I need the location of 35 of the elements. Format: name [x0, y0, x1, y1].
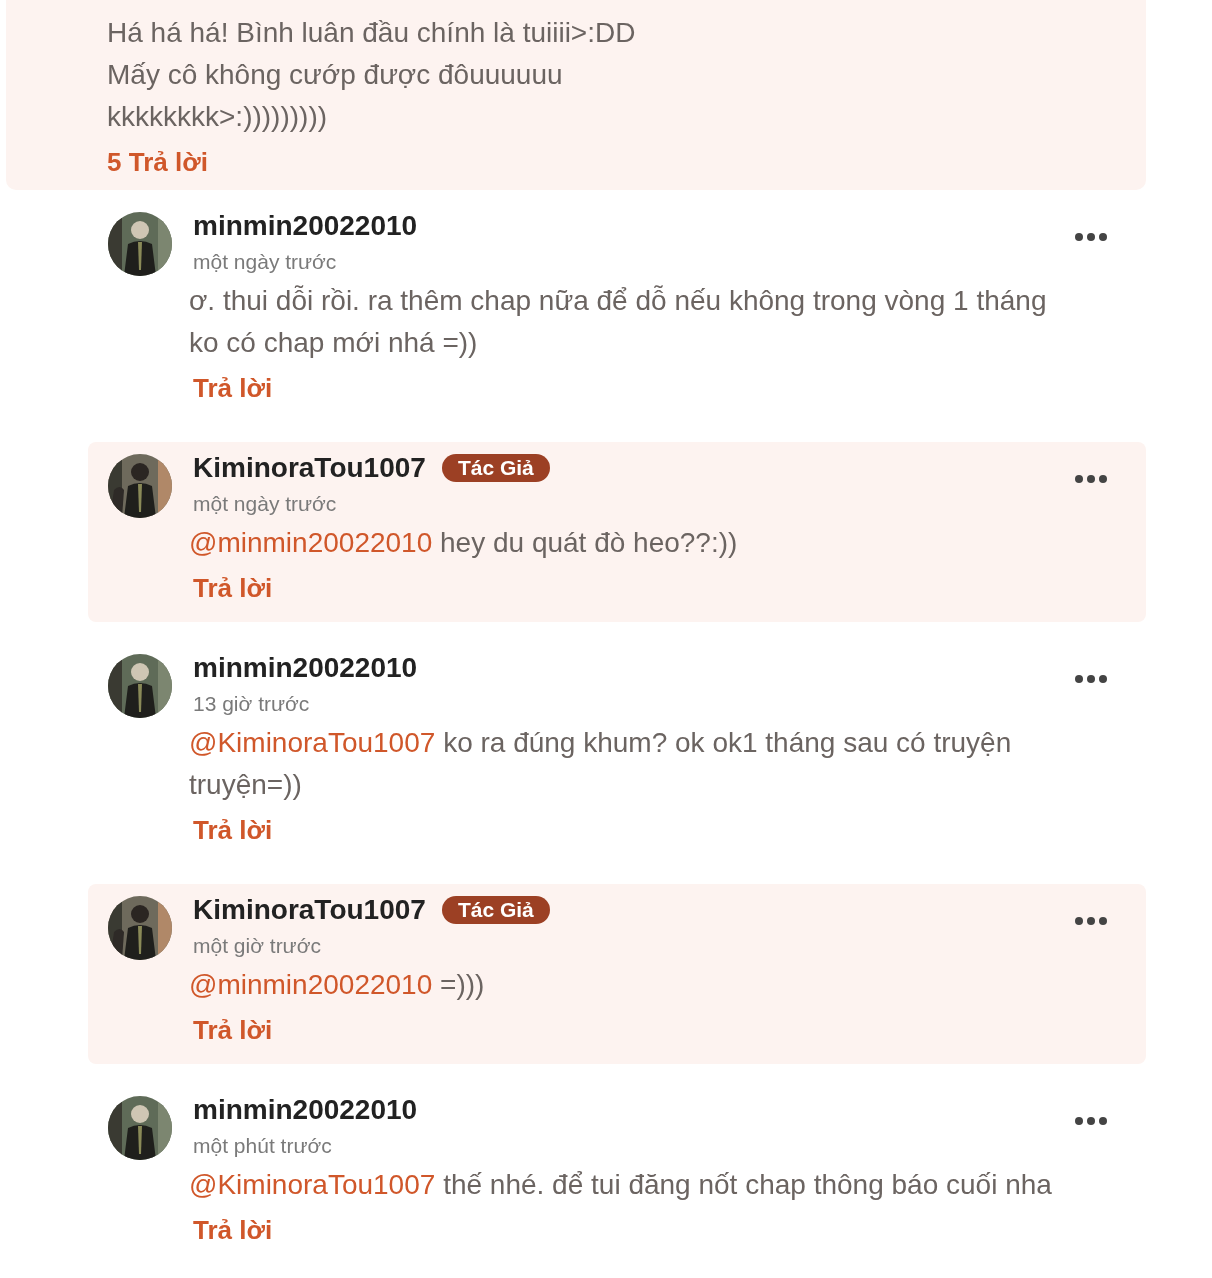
- reply-text: @minmin20022010 hey du quát đò heo??:)): [189, 526, 739, 560]
- reply-link[interactable]: Trả lời: [193, 810, 273, 850]
- more-icon[interactable]: [1074, 1116, 1108, 1126]
- reply-link[interactable]: Trả lời: [193, 1210, 273, 1250]
- mention-link[interactable]: @minmin20022010: [189, 527, 433, 558]
- timestamp: một giờ trước: [193, 933, 322, 959]
- comment-text: Mấy cô không cướp được đôuuuuuu: [107, 58, 564, 92]
- timestamp: 13 giờ trước: [193, 691, 311, 717]
- timestamp: một ngày trước: [193, 249, 338, 275]
- username: minmin20022010: [193, 652, 418, 684]
- more-icon[interactable]: [1074, 674, 1108, 684]
- username: minmin20022010: [193, 210, 418, 242]
- replies-link[interactable]: 5 Trả lời: [107, 142, 208, 182]
- mention-link[interactable]: @KiminoraTou1007: [189, 1169, 436, 1200]
- comment-text: kkkkkkkk>:))))))))): [107, 100, 329, 134]
- more-icon[interactable]: [1074, 232, 1108, 242]
- more-icon[interactable]: [1074, 474, 1108, 484]
- comment-text: Há há há! Bình luân đầu chính là tuiiii>:DD: [107, 16, 637, 50]
- reply-link[interactable]: Trả lời: [193, 1010, 273, 1050]
- username: KiminoraTou1007: [193, 894, 426, 926]
- reply-link[interactable]: Trả lời: [193, 568, 273, 608]
- reply-text: @KiminoraTou1007 thế nhé. để tui đăng nốt chap thông báo cuối nha: [189, 1168, 1053, 1202]
- username: minmin20022010: [193, 1094, 418, 1126]
- reply-text: ơ. thui dỗi rồi. ra thêm chap nữa để dỗ nếu không trong vòng 1 tháng ko có chap mới nhá =)): [189, 284, 1048, 360]
- timestamp: một phút trước: [193, 1133, 333, 1159]
- reply-text: @KiminoraTou1007 ko ra đúng khum? ok ok1 tháng sau có truyện truyện=)): [189, 726, 1013, 802]
- author-badge: Tác Giả: [441, 454, 550, 482]
- mention-link[interactable]: @KiminoraTou1007: [189, 727, 436, 758]
- more-icon[interactable]: [1074, 916, 1108, 926]
- timestamp: một ngày trước: [193, 491, 338, 517]
- author-badge: Tác Giả: [441, 896, 550, 924]
- reply-link[interactable]: Trả lời: [193, 368, 273, 408]
- reply-text: @minmin20022010 =))): [189, 968, 486, 1002]
- username: KiminoraTou1007: [193, 452, 426, 484]
- mention-link[interactable]: @minmin20022010: [189, 969, 433, 1000]
